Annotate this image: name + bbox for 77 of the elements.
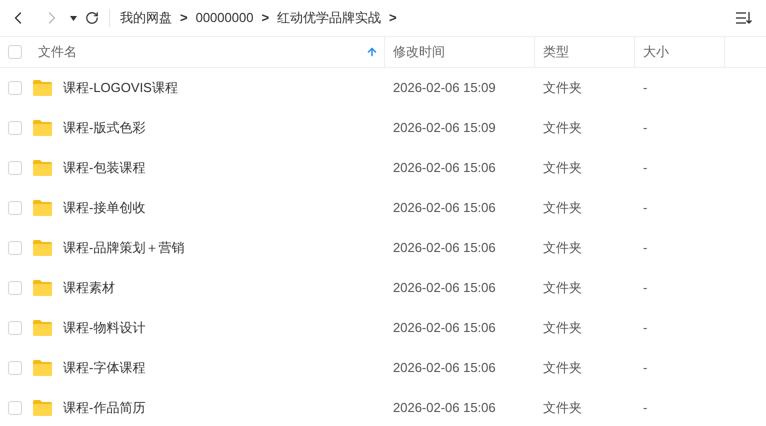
file-size: -	[642, 239, 648, 258]
file-row[interactable]: 课程-包装课程 2026-02-06 15:06 文件夹 -	[0, 148, 766, 188]
file-size: -	[642, 359, 648, 378]
checkbox[interactable]	[8, 361, 22, 375]
folder-icon	[32, 79, 53, 97]
modified-time: 2026-02-06 15:06	[392, 359, 497, 378]
file-name: 课程-版式色彩	[63, 119, 146, 138]
file-name: 课程-包装课程	[63, 159, 146, 178]
modified-time: 2026-02-06 15:09	[392, 119, 497, 138]
file-size: -	[642, 279, 648, 298]
file-name: 课程-字体课程	[63, 359, 146, 378]
column-header[interactable]: 大小	[643, 42, 716, 62]
breadcrumb-link[interactable]: 红动优学品牌实战	[277, 8, 382, 28]
checkbox[interactable]	[8, 45, 22, 59]
file-size: -	[642, 199, 648, 218]
folder-icon	[32, 319, 53, 337]
breadcrumb-separator: >	[261, 9, 270, 28]
file-size: -	[642, 79, 648, 98]
file-size: -	[642, 319, 648, 338]
file-type: 文件夹	[542, 279, 583, 298]
file-size: -	[642, 119, 648, 138]
file-type: 文件夹	[542, 199, 583, 218]
checkbox[interactable]	[8, 281, 22, 295]
file-type: 文件夹	[542, 359, 583, 378]
checkbox[interactable]	[8, 241, 22, 255]
folder-icon	[32, 279, 53, 297]
file-row[interactable]: 课程-作品简历 2026-02-06 15:06 文件夹 -	[0, 388, 766, 426]
file-name: 课程-作品简历	[63, 399, 146, 418]
folder-icon	[32, 199, 53, 217]
breadcrumb-link[interactable]: 00000000	[196, 8, 254, 28]
checkbox[interactable]	[8, 321, 22, 335]
file-type: 文件夹	[542, 319, 583, 338]
file-name: 课程-品牌策划＋营销	[63, 239, 184, 258]
folder-icon	[32, 399, 53, 417]
folder-icon	[32, 119, 53, 137]
modified-time: 2026-02-06 15:06	[392, 159, 497, 178]
folder-icon	[32, 359, 53, 377]
modified-time: 2026-02-06 15:06	[392, 399, 497, 418]
file-type: 文件夹	[542, 159, 583, 178]
file-row[interactable]: 课程-接单创收 2026-02-06 15:06 文件夹 -	[0, 188, 766, 228]
file-row[interactable]: 课程-物料设计 2026-02-06 15:06 文件夹 -	[0, 308, 766, 348]
file-size: -	[642, 399, 648, 418]
column-header[interactable]: 修改时间	[393, 42, 526, 62]
checkbox[interactable]	[8, 81, 22, 95]
file-type: 文件夹	[542, 399, 583, 418]
file-type: 文件夹	[542, 119, 583, 138]
file-type: 文件夹	[542, 239, 583, 258]
checkbox[interactable]	[8, 161, 22, 175]
breadcrumb-link[interactable]: 我的网盘	[120, 8, 172, 28]
column-header[interactable]: 文件名	[38, 42, 366, 62]
breadcrumb-separator: >	[389, 9, 397, 28]
file-row[interactable]: 课程-LOGOVIS课程 2026-02-06 15:09 文件夹 -	[0, 68, 766, 108]
sort-icon[interactable]	[736, 12, 752, 24]
modified-time: 2026-02-06 15:06	[392, 239, 497, 258]
file-row[interactable]: 课程-品牌策划＋营销 2026-02-06 15:06 文件夹 -	[0, 228, 766, 268]
file-name: 课程-物料设计	[63, 319, 146, 338]
checkbox[interactable]	[8, 201, 22, 215]
column-header[interactable]: 类型	[543, 42, 626, 62]
folder-icon	[32, 239, 53, 257]
file-type: 文件夹	[542, 79, 583, 98]
file-size: -	[642, 159, 648, 178]
file-row[interactable]: 课程-字体课程 2026-02-06 15:06 文件夹 -	[0, 348, 766, 388]
file-name: 课程-LOGOVIS课程	[63, 79, 178, 98]
breadcrumb-separator: >	[180, 9, 188, 28]
checkbox[interactable]	[8, 401, 22, 415]
file-name: 课程-接单创收	[63, 199, 146, 218]
modified-time: 2026-02-06 15:09	[392, 79, 497, 98]
file-name: 课程素材	[63, 279, 115, 298]
checkbox[interactable]	[8, 121, 22, 135]
refresh-icon[interactable]	[85, 11, 99, 25]
modified-time: 2026-02-06 15:06	[392, 199, 497, 218]
modified-time: 2026-02-06 15:06	[392, 279, 497, 298]
modified-time: 2026-02-06 15:06	[392, 319, 497, 338]
file-row[interactable]: 课程素材 2026-02-06 15:06 文件夹 -	[0, 268, 766, 308]
dropdown-icon[interactable]	[70, 16, 77, 20]
folder-icon	[32, 159, 53, 177]
file-row[interactable]: 课程-版式色彩 2026-02-06 15:09 文件夹 -	[0, 108, 766, 148]
